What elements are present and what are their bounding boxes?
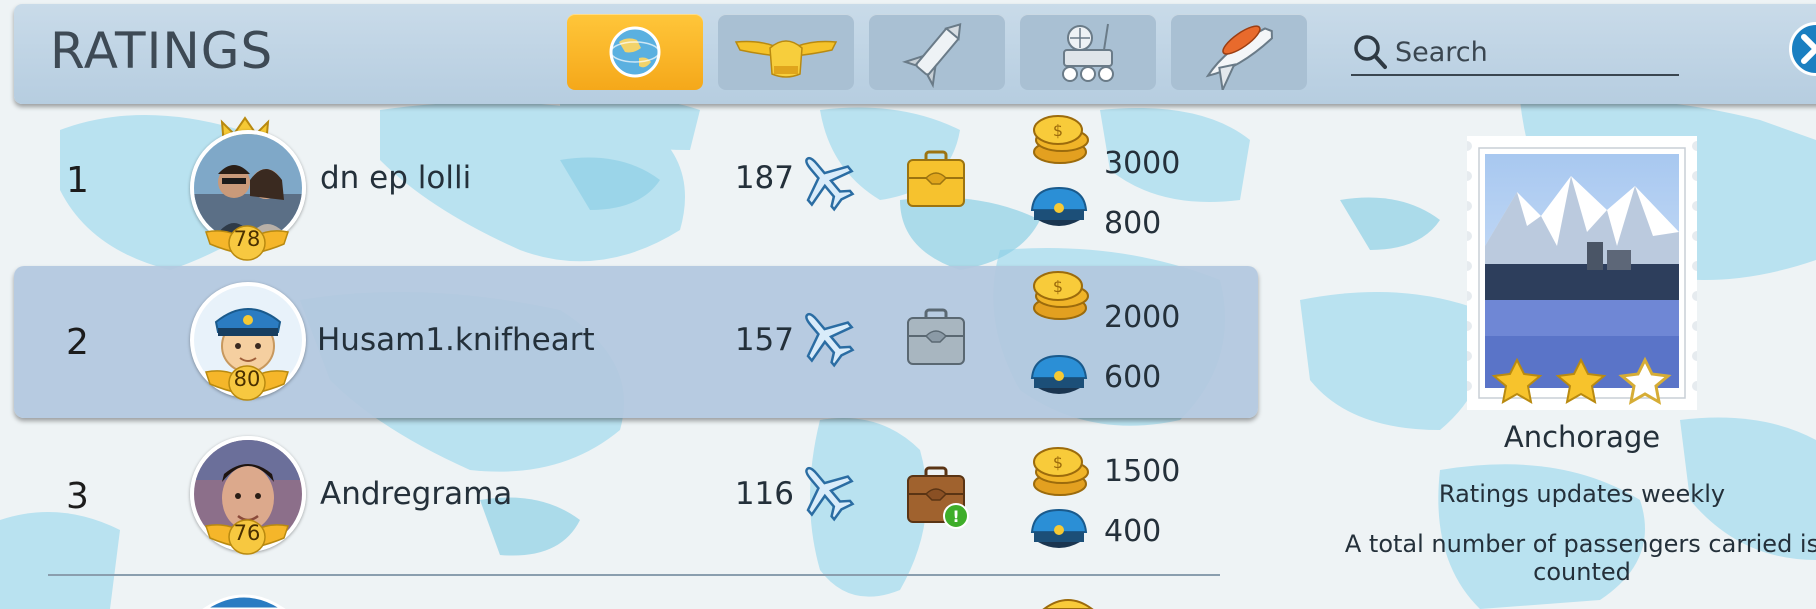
city-name: Anchorage [1503, 420, 1661, 454]
svg-text:!: ! [952, 507, 959, 526]
search-input[interactable] [1393, 34, 1677, 70]
svg-text:$: $ [1053, 121, 1063, 140]
pilot-cap-icon [1030, 354, 1088, 394]
player-score: 157 [734, 322, 794, 358]
city-stamp [1467, 136, 1697, 410]
passengers-note: A total number of passengers carried is … [1344, 530, 1816, 586]
caps-value: 400 [1104, 514, 1162, 549]
coins-value: 3000 [1104, 146, 1181, 181]
level-number: 76 [233, 521, 261, 545]
svg-text:$: $ [1053, 277, 1063, 296]
level-badge: 78 [202, 220, 292, 266]
page-title: RATINGS [50, 22, 274, 80]
tab-pilots[interactable] [718, 14, 854, 90]
close-icon [1801, 34, 1816, 64]
coins-value: 1500 [1104, 454, 1181, 489]
player-name: Husam1.knifheart [317, 322, 595, 358]
tab-rovers[interactable] [1020, 14, 1156, 90]
rocket-icon [901, 23, 962, 89]
space-shuttle-icon [1205, 25, 1273, 90]
tab-world[interactable] [567, 14, 703, 90]
gold-briefcase-icon [907, 150, 965, 207]
coins-icon: $ [1033, 271, 1089, 320]
tab-rockets[interactable] [869, 14, 1005, 90]
coins-icon-partial [1042, 599, 1094, 609]
search-box[interactable] [1351, 30, 1679, 76]
player-name: Andregrama [320, 476, 513, 512]
header-bar: RATINGS [14, 4, 1816, 104]
search-icon [1354, 35, 1387, 69]
list-divider [48, 574, 1220, 576]
level-badge: 80 [202, 360, 292, 406]
pilot-wings-icon [734, 40, 838, 78]
level-number: 80 [233, 367, 261, 391]
silver-briefcase-icon [907, 308, 965, 365]
caps-value: 600 [1104, 360, 1162, 395]
globe-icon [609, 26, 661, 78]
avatar-partial [202, 594, 286, 609]
rank-number: 3 [66, 476, 89, 517]
airplane-icon [805, 312, 855, 368]
svg-text:$: $ [1053, 453, 1063, 472]
caps-value: 800 [1104, 206, 1162, 241]
ranking-row[interactable]: 1 78 dn ep lolli 187 $ 3000 800 [14, 108, 1258, 261]
pilot-cap-icon [1030, 508, 1088, 548]
coins-value: 2000 [1104, 300, 1181, 335]
player-score: 187 [734, 160, 794, 196]
player-score: 116 [734, 476, 794, 512]
airplane-icon [805, 156, 855, 212]
ratings-update-note: Ratings updates weekly [1438, 480, 1726, 508]
coins-icon: $ [1033, 115, 1089, 164]
level-badge: 76 [202, 514, 292, 560]
coins-icon: $ [1033, 447, 1089, 496]
ranking-row[interactable]: 3 76 Andregrama 116 ! $ 1500 400 [14, 420, 1258, 572]
pilot-cap-icon [1030, 186, 1088, 226]
tab-shuttles[interactable] [1171, 14, 1307, 90]
level-number: 78 [233, 227, 261, 251]
ranking-row-selected[interactable]: 2 80 Husam1.knifheart 157 $ 2000 600 [14, 266, 1258, 418]
rank-number: 1 [66, 160, 89, 201]
bronze-briefcase-icon: ! [907, 466, 969, 529]
close-button[interactable] [1789, 22, 1816, 76]
airplane-icon [805, 466, 855, 522]
rank-number: 2 [66, 322, 89, 363]
lunar-rover-icon [1062, 23, 1114, 82]
player-name: dn ep lolli [320, 160, 472, 196]
